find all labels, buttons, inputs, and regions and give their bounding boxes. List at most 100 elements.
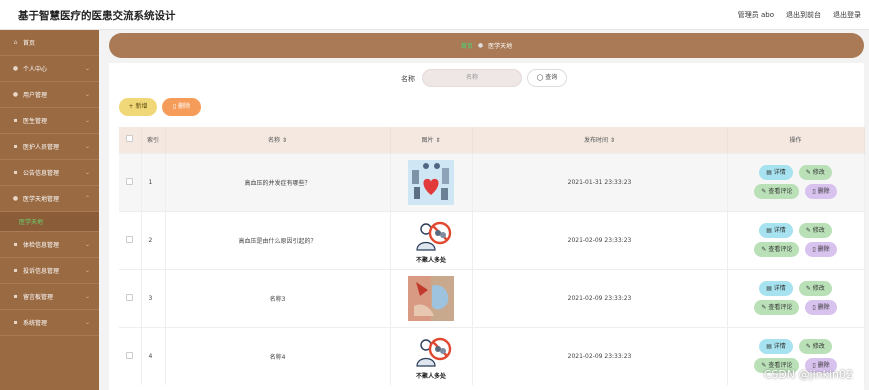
- sidebar-item-label: 公告信息管理: [23, 170, 60, 177]
- sidebar-item-staff[interactable]: ▪ 医护人员管理 ⌄: [0, 134, 99, 160]
- sidebar-item-label: 个人中心: [23, 66, 48, 73]
- row-name: 高血压是由什么原因引起的？: [165, 210, 391, 269]
- row-delete-button[interactable]: ▯ 删除: [805, 242, 837, 257]
- chevron-up-icon: ⌃: [84, 195, 90, 202]
- row-time: 2021-01-31 23:33:23: [472, 152, 728, 211]
- chevron-down-icon: ⌄: [84, 117, 90, 124]
- sidebar: ⌂ 首页 ● 个人中心 ⌄ ● 用户管理 ⌄ ▪ 医生管理 ⌄ ▪ 医护人员管理 ⌄ ▪ 公告信息管…: [0, 30, 99, 390]
- row-select-cell: [119, 210, 142, 269]
- illustration-caption: 不聚人多处: [415, 373, 446, 381]
- sidebar-item-complaints[interactable]: ▪ 投诉信息管理 ⌄: [0, 258, 99, 284]
- view-comments-button[interactable]: ✎ 查看评论: [754, 184, 800, 199]
- chevron-down-icon: ⌄: [84, 293, 90, 300]
- row-image-cell: 不聚人多处: [390, 210, 473, 269]
- complaint-icon: ▪: [13, 267, 18, 274]
- header-index: 索引: [141, 127, 166, 153]
- chevron-down-icon: ⌄: [84, 267, 90, 274]
- breadcrumb-separator-icon: ●: [477, 42, 484, 49]
- batch-delete-button[interactable]: ▯ 删除: [162, 98, 201, 116]
- detail-button[interactable]: ▤ 详情: [759, 165, 793, 180]
- row-time: 2021-02-09 23:33:23: [472, 210, 728, 269]
- table-row: 1 高血压的并发症有哪些？ 2021-01-31 23:33:23 ▤ 详情 ✎…: [119, 152, 865, 211]
- sidebar-item-users[interactable]: ● 用户管理 ⌄: [0, 82, 99, 108]
- doc-icon: ▤: [766, 169, 774, 176]
- row-image-cell: [390, 152, 473, 211]
- sidebar-item-checkup[interactable]: ▪ 体检信息管理 ⌄: [0, 232, 99, 258]
- sidebar-subitem-medical-world[interactable]: 医学天地: [0, 212, 99, 232]
- edit-icon: ✎: [805, 343, 813, 351]
- row-actions: ▤ 详情 ✎ 修改 ✎ 查看评论 ▯ 删除: [727, 268, 865, 327]
- detail-button[interactable]: ▤ 详情: [759, 223, 793, 238]
- row-checkbox[interactable]: [126, 177, 134, 185]
- view-comments-button[interactable]: ✎ 查看评论: [754, 300, 800, 315]
- row-index: 2: [141, 210, 166, 269]
- table-row: 2 高血压是由什么原因引起的？ 不聚人多处 2021-02-09 23:33:2…: [119, 210, 865, 269]
- sidebar-item-medical[interactable]: ● 医学天地管理 ⌃: [0, 186, 99, 212]
- view-comments-button[interactable]: ✎ 查看评论: [754, 242, 800, 257]
- row-image-cell: [390, 268, 473, 327]
- header-time[interactable]: 发布时间 ⇕: [472, 127, 728, 153]
- row-checkbox[interactable]: [126, 293, 134, 301]
- medical-icon: ●: [12, 195, 19, 202]
- settings-icon: ▪: [13, 319, 18, 326]
- table-header-row: 索引 名称 ⇕ 图片 ⇕ 发布时间 ⇕ 操作: [119, 127, 865, 153]
- edit-button[interactable]: ✎ 修改: [798, 223, 832, 238]
- doc-icon: ▤: [766, 285, 774, 292]
- sort-icon: ⇕: [433, 137, 441, 145]
- detail-button[interactable]: ▤ 详情: [759, 339, 793, 355]
- sidebar-item-profile[interactable]: ● 个人中心 ⌄: [0, 56, 99, 82]
- edit-icon: ✎: [805, 169, 813, 176]
- row-time: 2021-02-09 23:33:23: [472, 268, 728, 327]
- row-checkbox[interactable]: [126, 351, 134, 359]
- row-delete-button[interactable]: ▯ 删除: [805, 184, 837, 199]
- delete-button-label: 删除: [178, 103, 191, 110]
- chevron-down-icon: ⌄: [84, 319, 90, 326]
- detail-button[interactable]: ▤ 详情: [759, 281, 793, 296]
- user-icon: ●: [12, 91, 19, 98]
- hypertension-illustration: [408, 159, 454, 205]
- sidebar-item-home[interactable]: ⌂ 首页: [0, 30, 99, 56]
- main-content: 首页 ● 医学天地 名称 名称 ◯ 查询 + 新增 ▯ 删除 索引 名称 ⇕ 图…: [99, 30, 869, 390]
- header-actions: 操作: [727, 127, 865, 153]
- search-button[interactable]: ◯ 查询: [527, 69, 567, 87]
- sidebar-item-label: 医学天地: [19, 219, 44, 226]
- search-button-label: 查询: [545, 74, 558, 81]
- row-index: 4: [141, 326, 166, 385]
- doc-icon: ▤: [766, 343, 774, 351]
- chevron-down-icon: ⌄: [84, 169, 90, 176]
- search-icon: ◯: [536, 74, 546, 81]
- header-image[interactable]: 图片 ⇕: [390, 127, 473, 153]
- row-index: 3: [141, 268, 166, 327]
- add-button[interactable]: + 新增: [119, 98, 157, 116]
- row-index: 1: [141, 152, 166, 211]
- select-all-checkbox[interactable]: [126, 135, 134, 143]
- add-button-label: 新增: [135, 103, 148, 110]
- sidebar-item-system[interactable]: ▪ 系统管理 ⌄: [0, 310, 99, 336]
- row-time: 2021-02-09 23:33:23: [472, 326, 728, 385]
- sidebar-item-doctors[interactable]: ▪ 医生管理 ⌄: [0, 108, 99, 134]
- sidebar-item-messages[interactable]: ▪ 留言板管理 ⌄: [0, 284, 99, 310]
- sidebar-item-label: 医护人员管理: [23, 144, 60, 151]
- checkup-icon: ▪: [13, 241, 18, 248]
- sidebar-item-label: 体检信息管理: [23, 242, 60, 249]
- search-input[interactable]: 名称: [422, 69, 522, 87]
- edit-button[interactable]: ✎ 修改: [798, 339, 832, 355]
- breadcrumb-home[interactable]: 首页: [461, 41, 473, 50]
- header-name[interactable]: 名称 ⇕: [165, 127, 391, 153]
- sidebar-item-label: 用户管理: [23, 92, 48, 99]
- sidebar-item-label: 医学天地管理: [23, 196, 60, 203]
- staff-icon: ▪: [13, 143, 18, 150]
- row-actions: ▤ 详情 ✎ 修改 ✎ 查看评论 ▯ 删除: [727, 152, 865, 211]
- sidebar-item-notices[interactable]: ▪ 公告信息管理 ⌄: [0, 160, 99, 186]
- illustration-caption: 不聚人多处: [415, 257, 446, 264]
- logout-link[interactable]: 退出登录: [833, 10, 861, 20]
- row-image-cell: 不聚人多处: [390, 326, 473, 385]
- data-table: 索引 名称 ⇕ 图片 ⇕ 发布时间 ⇕ 操作 1 高血压的并发症有哪些？ 202…: [119, 127, 865, 385]
- exit-to-frontend-link[interactable]: 退出到前台: [786, 10, 821, 20]
- admin-user-link[interactable]: 管理员 abo: [738, 10, 774, 20]
- sort-icon: ⇕: [608, 137, 615, 145]
- edit-button[interactable]: ✎ 修改: [798, 281, 832, 296]
- row-checkbox[interactable]: [126, 235, 134, 243]
- edit-button[interactable]: ✎ 修改: [798, 165, 832, 180]
- row-delete-button[interactable]: ▯ 删除: [805, 300, 837, 315]
